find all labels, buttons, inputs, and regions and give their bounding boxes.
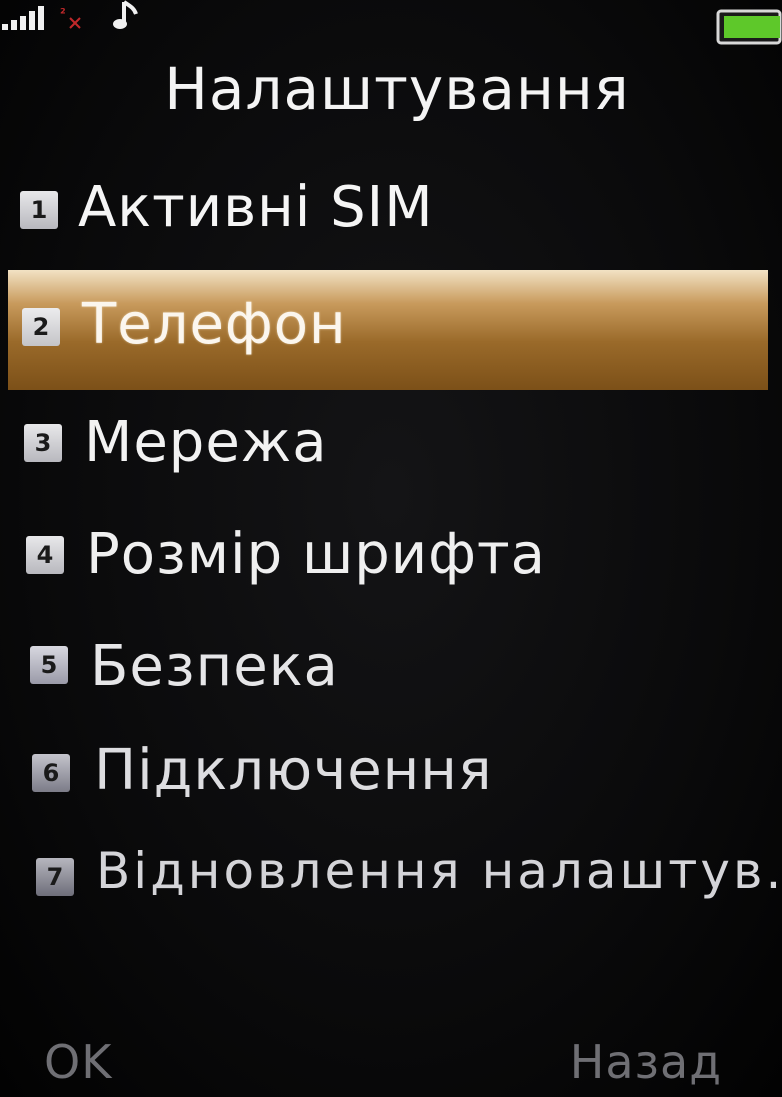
menu-item-label: Активні SIM [78, 175, 434, 240]
item-number-badge: 7 [36, 858, 74, 896]
item-number-badge: 3 [24, 424, 62, 462]
menu-item-connectivity[interactable]: 6 Підключення [0, 714, 782, 824]
back-softkey[interactable]: Назад [570, 1035, 722, 1089]
item-number-badge: 2 [22, 308, 60, 346]
music-note-icon [113, 0, 138, 29]
item-number-badge: 1 [20, 191, 58, 229]
ok-softkey[interactable]: OK [44, 1035, 112, 1089]
menu-item-active-sim[interactable]: 1 Активні SIM [0, 155, 782, 265]
svg-text:²: ² [60, 7, 66, 22]
menu-item-network[interactable]: 3 Мережа [0, 380, 782, 490]
menu-item-label: Телефон [82, 292, 347, 357]
menu-item-label: Безпека [90, 634, 339, 699]
status-bar: ² [0, 0, 782, 45]
item-number-badge: 4 [26, 536, 64, 574]
item-number-badge: 6 [32, 754, 70, 792]
item-number-badge: 5 [30, 646, 68, 684]
menu-item-label: Відновлення налаштув... [96, 842, 782, 900]
menu-item-label: Мережа [84, 410, 328, 475]
phone-screen: ² Налаштування 1 Активні SIM 2 Телефон 3… [0, 0, 782, 1097]
battery-icon [716, 9, 782, 45]
menu-item-security[interactable]: 5 Безпека [0, 604, 782, 714]
menu-item-label: Розмір шрифта [86, 522, 546, 587]
menu-item-font-size[interactable]: 4 Розмір шрифта [0, 492, 782, 602]
menu-item-restore-settings[interactable]: 7 Відновлення налаштув... [0, 820, 782, 930]
menu-item-label: Підключення [94, 738, 493, 803]
signal-bars-icon [2, 6, 44, 30]
sim2-no-signal-icon: ² [60, 7, 81, 29]
page-title: Налаштування [164, 55, 630, 123]
menu-item-phone[interactable]: 2 Телефон [0, 266, 782, 390]
